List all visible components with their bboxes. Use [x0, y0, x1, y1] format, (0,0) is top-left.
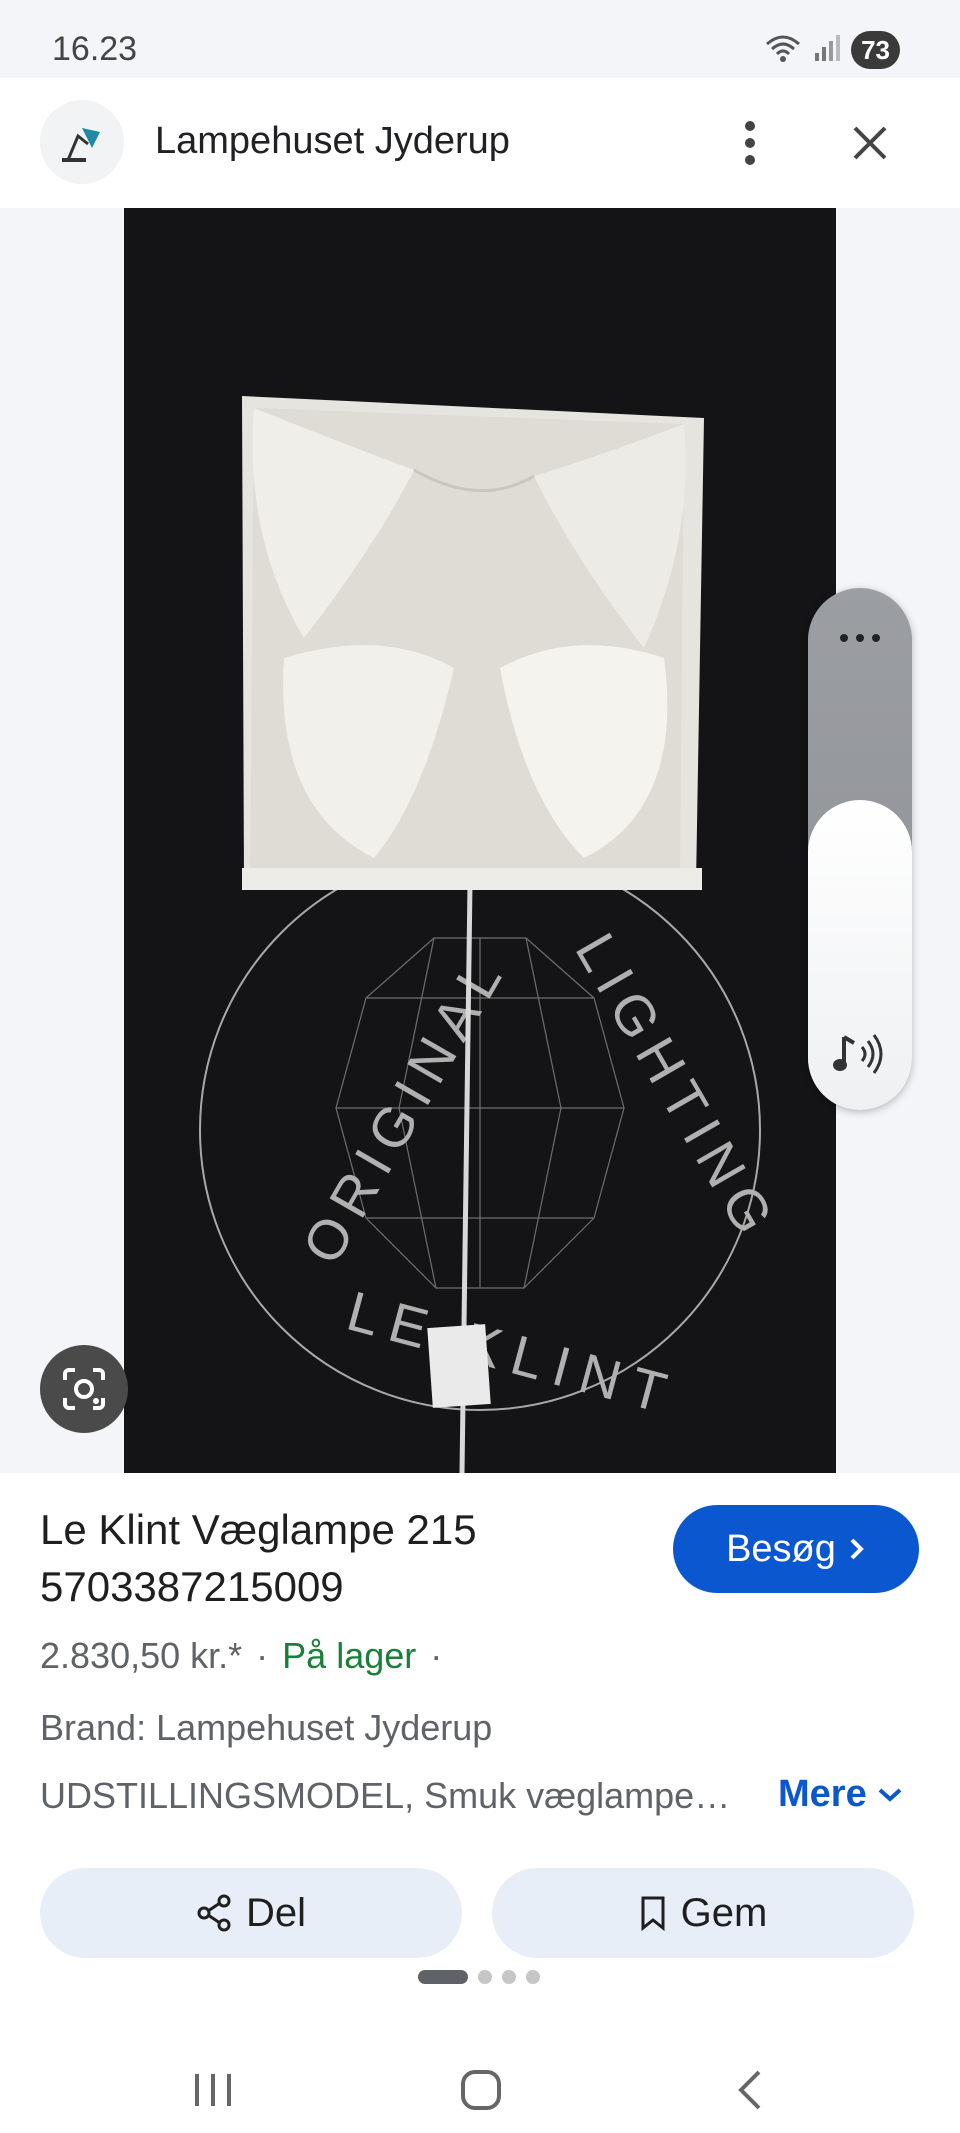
price-row: 2.830,50 kr.* · På lager · — [40, 1635, 442, 1677]
wifi-icon — [763, 32, 803, 69]
lens-icon — [63, 1368, 105, 1410]
status-time: 16.23 — [52, 30, 138, 68]
product-image[interactable]: ORIGINAL LIGHTING LE KLINT — [124, 208, 836, 1473]
status-bar: 16.23 73 — [0, 0, 960, 78]
back-button[interactable] — [706, 2060, 796, 2120]
more-button[interactable]: Mere — [778, 1773, 903, 1816]
volume-more-icon[interactable] — [808, 618, 912, 658]
separator: · — [256, 1635, 269, 1676]
chevron-down-icon — [878, 1788, 902, 1802]
stock-status: På lager — [282, 1635, 417, 1676]
share-icon — [197, 1894, 231, 1932]
carousel-dot[interactable] — [502, 1970, 516, 1984]
carousel-dot[interactable] — [478, 1970, 492, 1984]
carousel-indicator — [418, 1970, 540, 1984]
close-icon — [853, 126, 887, 160]
separator: · — [430, 1635, 443, 1676]
product-info-panel: Le Klint Væglampe 215 5703387215009 Besø… — [0, 1473, 960, 2133]
share-label: Del — [245, 1890, 307, 1935]
status-icons: 73 — [763, 30, 900, 70]
signal-icon — [813, 33, 841, 68]
product-photo: ORIGINAL LIGHTING LE KLINT — [124, 208, 836, 1473]
price: 2.830,50 kr.* — [40, 1635, 243, 1676]
more-label: Mere — [778, 1773, 867, 1815]
close-button[interactable] — [840, 108, 900, 178]
header: Lampehuset Jyderup — [0, 78, 960, 208]
product-title[interactable]: Le Klint Væglampe 215 5703387215009 — [40, 1501, 660, 1615]
carousel-dot[interactable] — [526, 1970, 540, 1984]
bookmark-icon — [641, 1896, 665, 1931]
home-button[interactable] — [436, 2060, 526, 2120]
share-button[interactable]: Del — [40, 1868, 462, 1958]
battery-indicator: 73 — [851, 31, 900, 69]
chevron-right-icon — [850, 1538, 864, 1560]
back-icon — [738, 2070, 761, 2110]
system-nav-bar — [0, 2040, 960, 2133]
save-label: Gem — [680, 1890, 768, 1935]
save-button[interactable]: Gem — [492, 1868, 914, 1958]
more-options-button[interactable] — [725, 108, 775, 178]
recents-button[interactable] — [168, 2060, 258, 2120]
description-text: UDSTILLINGSMODEL, Smuk væglampe… — [40, 1775, 731, 1816]
lamp-logo-icon — [62, 128, 100, 162]
carousel-dot-active[interactable] — [418, 1970, 468, 1984]
site-name: Lampehuset Jyderup — [155, 120, 510, 162]
more-vert-icon — [745, 121, 755, 165]
site-logo[interactable] — [40, 100, 124, 184]
recents-icon — [195, 2074, 231, 2106]
visit-label: Besøg — [726, 1527, 836, 1570]
brand-text: Brand: Lampehuset Jyderup — [40, 1707, 493, 1748]
home-icon — [461, 2070, 501, 2110]
music-note-icon[interactable] — [808, 1024, 912, 1084]
visit-button[interactable]: Besøg — [673, 1505, 919, 1593]
lens-search-button[interactable] — [40, 1345, 128, 1433]
volume-panel[interactable] — [808, 588, 912, 1110]
